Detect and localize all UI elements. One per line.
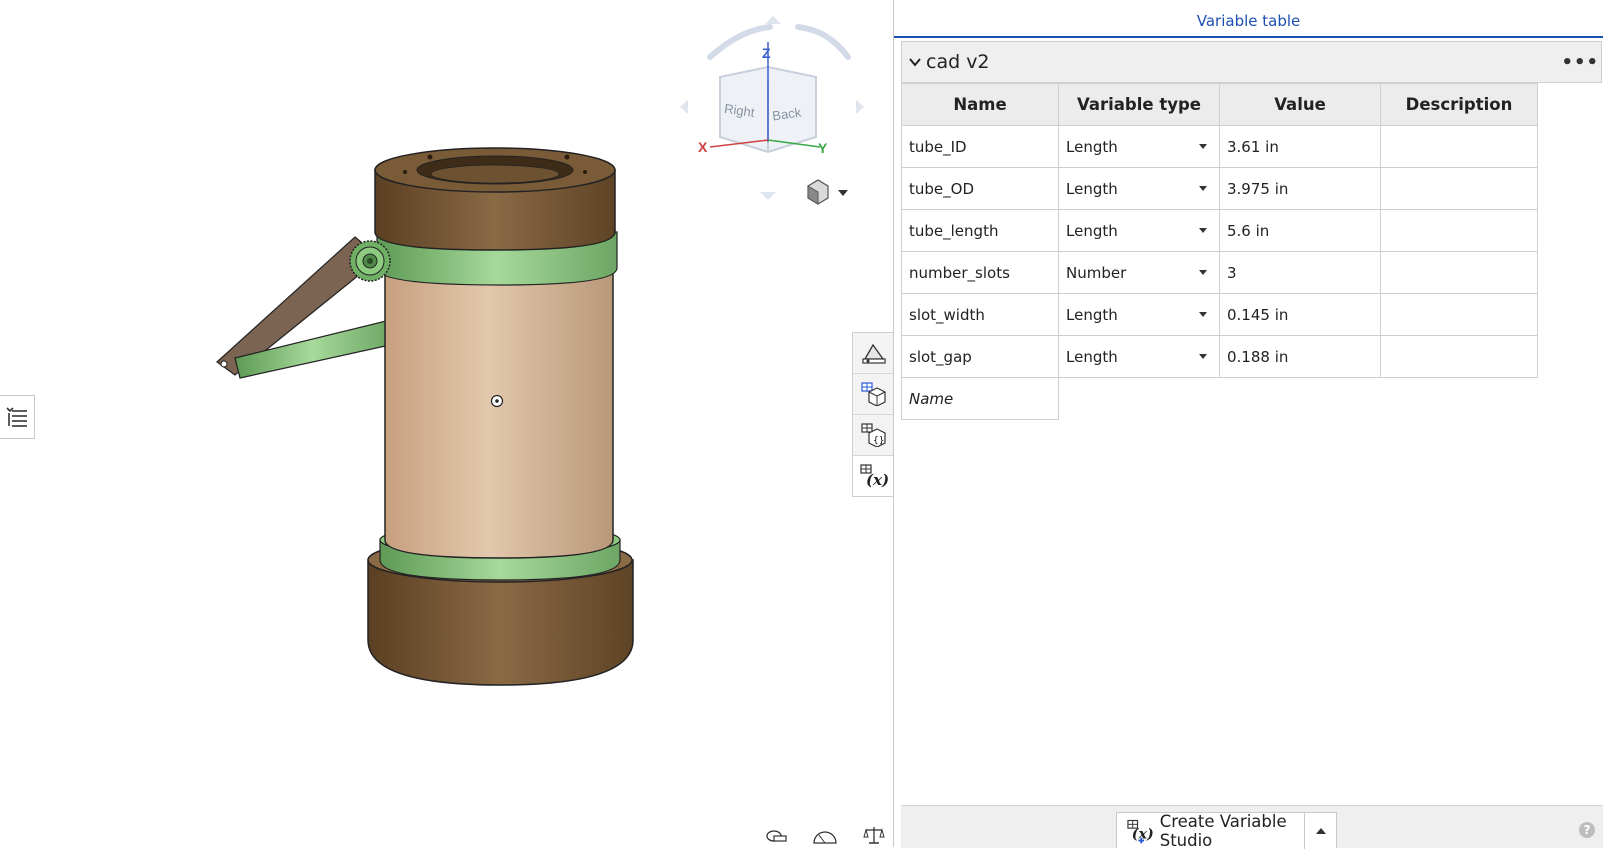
view-options-icon bbox=[807, 179, 848, 205]
list-icon bbox=[6, 407, 27, 427]
axis-y-label: Y bbox=[818, 140, 828, 156]
variable-table: Name Variable type Value Description tub… bbox=[901, 83, 1538, 420]
variable-name-cell[interactable]: tube_length bbox=[901, 209, 1059, 252]
variable-name-cell[interactable]: slot_gap bbox=[901, 335, 1059, 378]
feature-list-toggle[interactable] bbox=[0, 395, 35, 439]
variable-value-cell[interactable]: 3.975 in bbox=[1219, 167, 1381, 210]
protractor-icon[interactable] bbox=[812, 825, 838, 845]
dropdown-caret-icon bbox=[1199, 144, 1207, 149]
axis-x-label: X bbox=[698, 139, 708, 155]
dropdown-caret-icon bbox=[1199, 186, 1207, 191]
variables-model-tab[interactable]: {} bbox=[853, 415, 894, 456]
variable-type-value: Length bbox=[1066, 179, 1118, 198]
dropdown-caret-icon bbox=[1199, 270, 1207, 275]
variable-type-select[interactable]: Length bbox=[1058, 209, 1220, 252]
section-title: cad v2 bbox=[926, 51, 990, 73]
measure-toolbar bbox=[765, 825, 885, 847]
cad-model[interactable] bbox=[205, 140, 655, 705]
more-options-icon[interactable]: ••• bbox=[1561, 52, 1599, 73]
configurations-icon bbox=[860, 382, 886, 406]
variable-type-value: Number bbox=[1066, 263, 1127, 282]
variable-type-select[interactable]: Length bbox=[1058, 293, 1220, 336]
configurations-tab[interactable] bbox=[853, 374, 894, 415]
variable-name-cell[interactable]: slot_width bbox=[901, 293, 1059, 336]
variable-studio-add-icon: (x) bbox=[1127, 819, 1154, 843]
axis-z-label: Z bbox=[762, 45, 771, 61]
viewcube-icon[interactable]: Z X Y Right Back bbox=[680, 12, 890, 212]
column-header-name[interactable]: Name bbox=[901, 83, 1059, 126]
variable-value-cell[interactable]: 0.145 in bbox=[1219, 293, 1381, 336]
variable-type-select[interactable]: Length bbox=[1058, 167, 1220, 210]
create-variable-studio-button[interactable]: (x) Create Variable Studio bbox=[1116, 812, 1337, 850]
panel-footer: (x) Create Variable Studio ? bbox=[901, 805, 1603, 850]
right-panel-tabs: {} (x) bbox=[852, 332, 894, 497]
dropdown-caret-icon bbox=[1199, 312, 1207, 317]
table-row: slot_width Length 0.145 in bbox=[901, 293, 1538, 336]
dropdown-caret-icon bbox=[1199, 228, 1207, 233]
table-row: number_slots Number 3 bbox=[901, 251, 1538, 294]
measure-icon[interactable] bbox=[765, 825, 787, 845]
variable-type-value: Length bbox=[1066, 221, 1118, 240]
variable-value-cell[interactable]: 3.61 in bbox=[1219, 125, 1381, 168]
mass-properties-icon[interactable] bbox=[863, 825, 885, 845]
table-row: tube_ID Length 3.61 in bbox=[901, 125, 1538, 168]
variable-description-cell[interactable] bbox=[1380, 125, 1538, 168]
variable-name-cell[interactable]: tube_OD bbox=[901, 167, 1059, 210]
variable-type-value: Length bbox=[1066, 347, 1118, 366]
variable-value-cell[interactable]: 0.188 in bbox=[1219, 335, 1381, 378]
variable-table-panel: Variable table cad v2 ••• Name Variable … bbox=[894, 0, 1603, 850]
column-header-description[interactable]: Description bbox=[1380, 83, 1538, 126]
chevron-down-icon[interactable] bbox=[906, 57, 924, 67]
new-variable-row: Name bbox=[901, 377, 1538, 420]
caret-up-icon bbox=[1315, 828, 1326, 834]
variable-description-cell[interactable] bbox=[1380, 167, 1538, 210]
variable-studio-icon: {} bbox=[860, 423, 886, 447]
variable-studio-section-header[interactable]: cad v2 ••• bbox=[901, 41, 1602, 83]
dropdown-caret-icon bbox=[1199, 354, 1207, 359]
variable-name-cell[interactable]: number_slots bbox=[901, 251, 1059, 294]
variable-type-select[interactable]: Length bbox=[1058, 125, 1220, 168]
table-row: tube_OD Length 3.975 in bbox=[901, 167, 1538, 210]
variable-description-cell[interactable] bbox=[1380, 335, 1538, 378]
new-variable-name-input[interactable]: Name bbox=[901, 377, 1059, 420]
svg-text:(x): (x) bbox=[866, 471, 888, 488]
panel-title: Variable table bbox=[894, 0, 1603, 38]
variable-description-cell[interactable] bbox=[1380, 293, 1538, 336]
variable-description-cell[interactable] bbox=[1380, 209, 1538, 252]
svg-text:{}: {} bbox=[873, 436, 884, 446]
variable-value-cell[interactable]: 3 bbox=[1219, 251, 1381, 294]
variable-type-value: Length bbox=[1066, 305, 1118, 324]
column-header-variable-type[interactable]: Variable type bbox=[1058, 83, 1220, 126]
appearance-tab[interactable] bbox=[853, 333, 894, 374]
graphics-viewport[interactable]: Z X Y Right Back {} (x) bbox=[0, 0, 894, 847]
variable-type-value: Length bbox=[1066, 137, 1118, 156]
create-options-dropdown[interactable] bbox=[1304, 813, 1336, 849]
variable-description-cell[interactable] bbox=[1380, 251, 1538, 294]
variable-type-select[interactable]: Number bbox=[1058, 251, 1220, 294]
variable-name-cell[interactable]: tube_ID bbox=[901, 125, 1059, 168]
variable-type-select[interactable]: Length bbox=[1058, 335, 1220, 378]
help-icon[interactable]: ? bbox=[1579, 822, 1595, 838]
variable-icon: (x) bbox=[859, 464, 888, 488]
table-row: tube_length Length 5.6 in bbox=[901, 209, 1538, 252]
appearance-icon bbox=[861, 343, 886, 364]
variable-value-cell[interactable]: 5.6 in bbox=[1219, 209, 1381, 252]
column-header-value[interactable]: Value bbox=[1219, 83, 1381, 126]
variable-table-tab[interactable]: (x) bbox=[853, 456, 894, 496]
table-row: slot_gap Length 0.188 in bbox=[901, 335, 1538, 378]
